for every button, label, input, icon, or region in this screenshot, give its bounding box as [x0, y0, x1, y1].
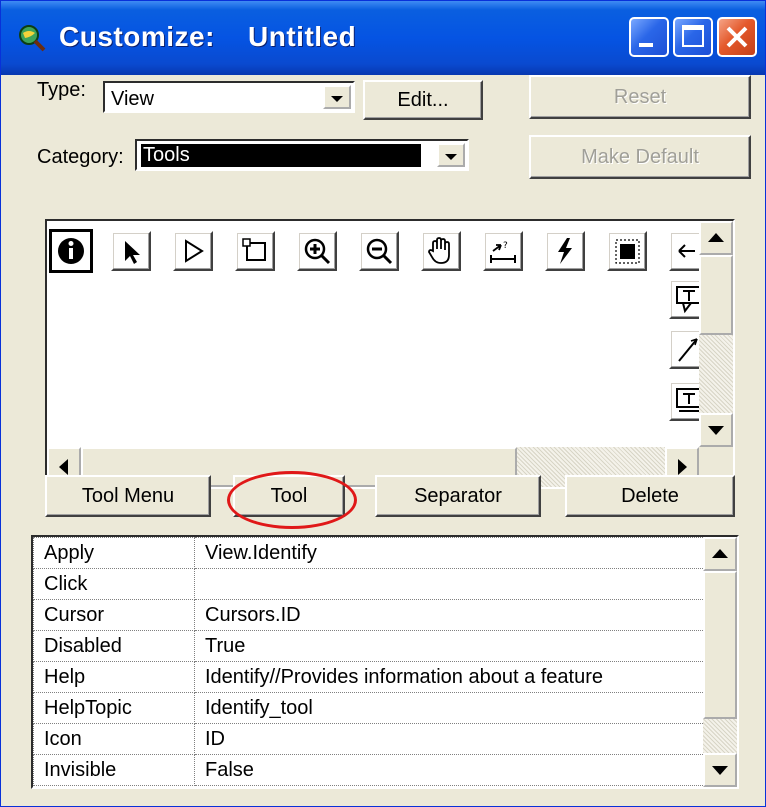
hotlink-icon[interactable]	[545, 231, 585, 271]
magnifier-globe-icon	[17, 23, 47, 53]
edit-button[interactable]: Edit...	[363, 80, 483, 120]
maximize-icon	[682, 25, 704, 47]
property-row[interactable]: Disabled True	[33, 630, 723, 662]
property-row[interactable]: HelpTopic Identify_tool	[33, 692, 723, 724]
properties-table: Apply View.Identify Click Cursor Cursors.ID D…	[33, 537, 723, 786]
zoom-out-icon[interactable]	[359, 231, 399, 271]
property-value[interactable]: Cursors.ID	[194, 599, 723, 631]
tool-menu-button[interactable]: Tool Menu	[45, 475, 211, 517]
scroll-up-button[interactable]	[703, 537, 737, 571]
dropdown-arrow-button[interactable]	[437, 143, 465, 167]
arrow-up-icon	[712, 549, 728, 558]
make-default-button[interactable]: Make Default	[529, 135, 751, 179]
window-title: Customize: Untitled	[59, 21, 357, 52]
zoom-in-icon[interactable]	[297, 231, 337, 271]
arrow-up-icon	[708, 233, 724, 242]
minimize-button[interactable]	[629, 17, 669, 57]
pointer-icon[interactable]	[111, 231, 151, 271]
separator-button[interactable]: Separator	[375, 475, 541, 517]
svg-text:?: ?	[503, 241, 508, 251]
property-name[interactable]: Icon	[33, 723, 195, 755]
close-button[interactable]	[717, 17, 757, 57]
scroll-track[interactable]	[699, 335, 733, 413]
property-name[interactable]: HelpTopic	[33, 692, 195, 724]
property-row[interactable]: Invisible False	[33, 754, 723, 786]
customize-window: Customize: Untitled Type: View Edit... R…	[0, 0, 766, 807]
scroll-thumb[interactable]	[699, 255, 733, 335]
property-name[interactable]: Help	[33, 661, 195, 693]
property-row[interactable]: Click	[33, 568, 723, 600]
identify-icon[interactable]	[49, 229, 93, 273]
dropdown-arrow-button[interactable]	[323, 85, 351, 109]
scroll-thumb[interactable]	[703, 571, 737, 719]
scroll-down-button[interactable]	[699, 413, 733, 447]
property-value[interactable]: Identify_tool	[194, 692, 723, 724]
property-value[interactable]: View.Identify	[194, 537, 723, 569]
property-name[interactable]: Disabled	[33, 630, 195, 662]
tool-palette: ?	[45, 219, 735, 489]
type-value: View	[111, 88, 154, 110]
chevron-down-icon	[445, 154, 457, 160]
property-value[interactable]: True	[194, 630, 723, 662]
maximize-button[interactable]	[673, 17, 713, 57]
property-name[interactable]: Invisible	[33, 754, 195, 786]
property-value[interactable]: ID	[194, 723, 723, 755]
category-dropdown[interactable]: Tools	[135, 139, 469, 171]
property-name[interactable]: Apply	[33, 537, 195, 569]
select-box-icon[interactable]	[235, 231, 275, 271]
category-value: Tools	[140, 143, 422, 168]
property-value[interactable]: Identify//Provides information about a f…	[194, 661, 723, 693]
properties-vertical-scrollbar[interactable]	[703, 537, 737, 787]
scroll-down-button[interactable]	[703, 753, 737, 787]
property-row[interactable]: Help Identify//Provides information about…	[33, 661, 723, 693]
minimize-icon	[639, 43, 653, 47]
type-label: Type:	[37, 79, 86, 101]
scroll-up-button[interactable]	[699, 221, 733, 255]
property-row[interactable]: Apply View.Identify	[33, 537, 723, 569]
palette-vertical-scrollbar[interactable]	[699, 221, 733, 447]
chevron-down-icon	[331, 96, 343, 102]
reset-button[interactable]: Reset	[529, 75, 751, 119]
property-name[interactable]: Cursor	[33, 599, 195, 631]
scroll-track[interactable]	[703, 719, 737, 753]
category-label: Category:	[37, 146, 124, 168]
arrow-down-icon	[708, 426, 724, 435]
properties-grid: Apply View.Identify Click Cursor Cursors.ID D…	[31, 535, 739, 789]
arrow-down-icon	[712, 766, 728, 775]
type-dropdown[interactable]: View	[103, 81, 355, 113]
delete-button[interactable]: Delete	[565, 475, 735, 517]
property-row[interactable]: Icon ID	[33, 723, 723, 755]
property-name[interactable]: Click	[33, 568, 195, 600]
pan-hand-icon[interactable]	[421, 231, 461, 271]
title-bar[interactable]: Customize: Untitled	[1, 1, 765, 75]
property-value[interactable]: False	[194, 754, 723, 786]
select-feature-icon[interactable]	[607, 231, 647, 271]
close-icon	[726, 26, 748, 48]
property-value[interactable]	[194, 568, 723, 600]
measure-icon[interactable]: ?	[483, 231, 523, 271]
property-row[interactable]: Cursor Cursors.ID	[33, 599, 723, 631]
red-circle-annotation	[227, 471, 357, 529]
vertex-pointer-icon[interactable]	[173, 231, 213, 271]
